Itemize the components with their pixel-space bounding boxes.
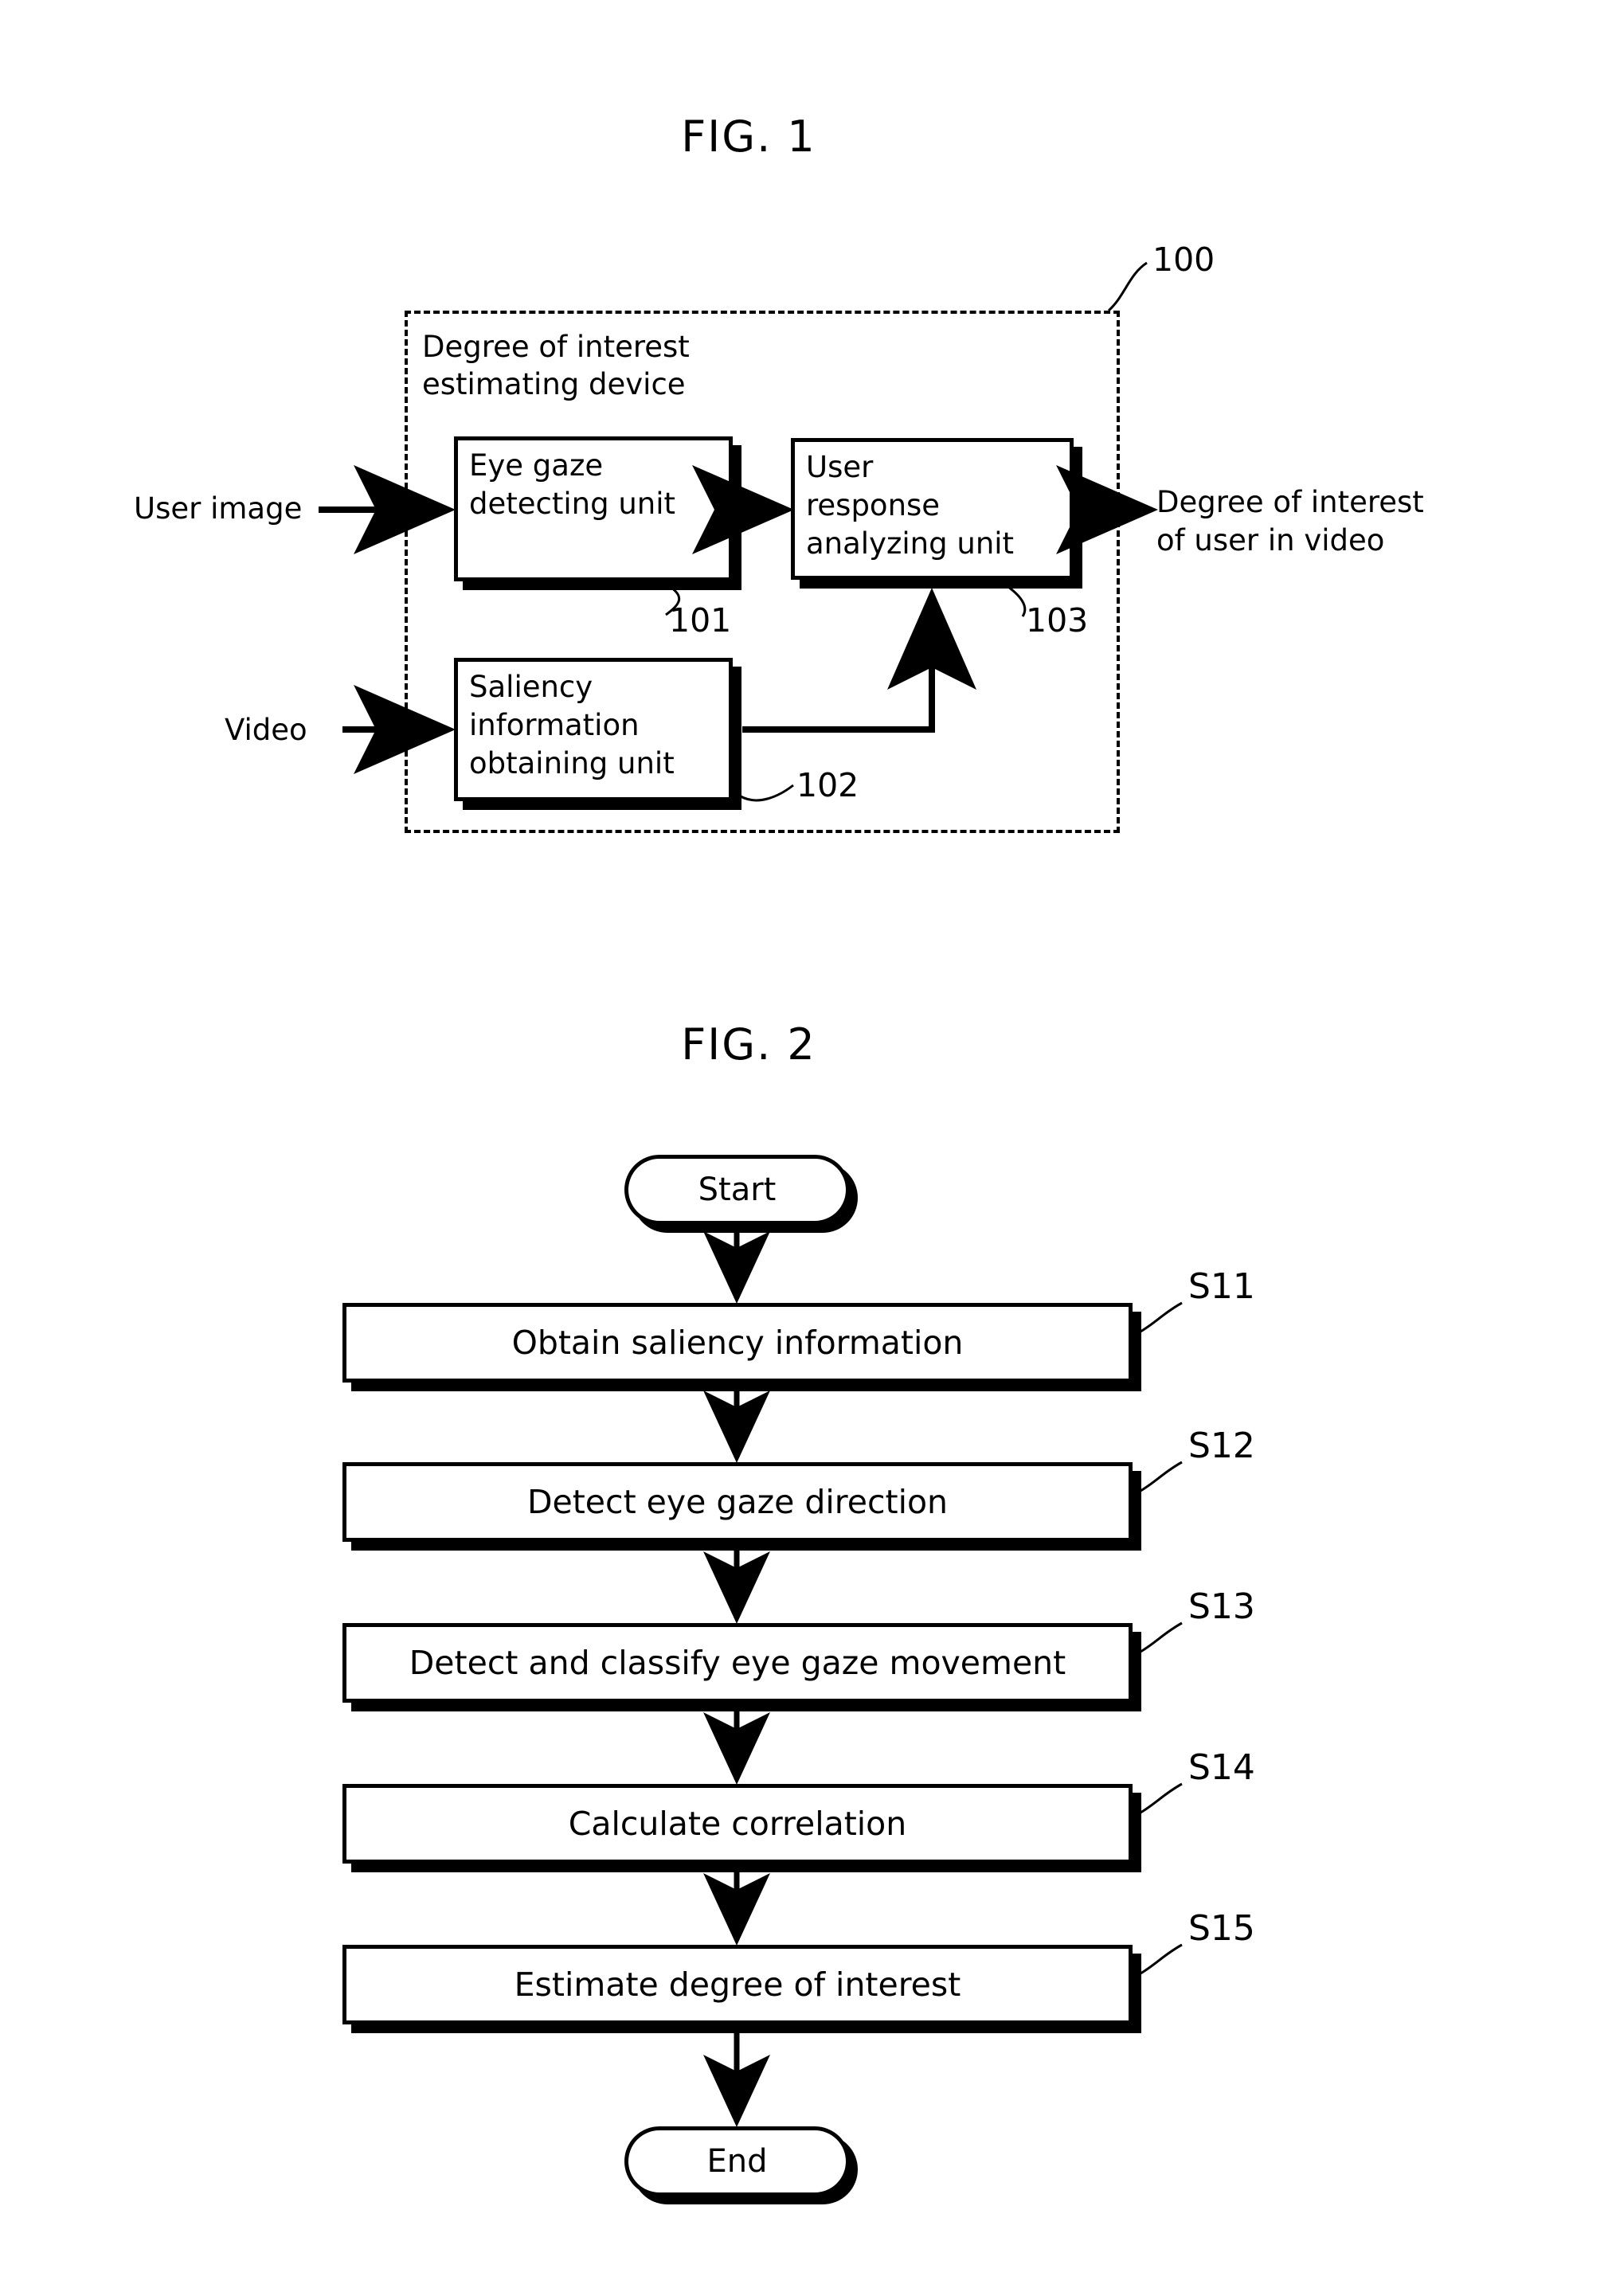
step-reference-s14: S14 (1188, 1747, 1255, 1788)
block-eye-gaze-detecting-unit-label: Eye gaze detecting unit (469, 448, 676, 522)
flow-step-s12-label: Detect eye gaze direction (526, 1483, 949, 1521)
reference-number-102: 102 (796, 766, 859, 804)
flow-start-label: Start (698, 1171, 777, 1208)
flow-step-s11: Obtain saliency information (342, 1303, 1133, 1383)
step-reference-s12: S12 (1188, 1426, 1255, 1466)
flow-step-s14-label: Calculate correlation (568, 1805, 907, 1843)
block-user-response-analyzing-unit-label: User response analyzing unit (806, 450, 1015, 561)
flow-end-node: End (624, 2126, 850, 2196)
flow-step-s11-label: Obtain saliency information (511, 1324, 964, 1362)
block-eye-gaze-detecting-unit: Eye gaze detecting unit (454, 436, 733, 581)
step-reference-s11: S11 (1188, 1266, 1255, 1307)
flow-step-s15: Estimate degree of interest (342, 1945, 1133, 2024)
flow-start-node: Start (624, 1155, 850, 1225)
reference-number-103: 103 (1026, 601, 1089, 640)
figure-2: FIG. 2 Start Obtain saliency information… (0, 916, 1612, 2296)
block-user-response-analyzing-unit: User response analyzing unit (791, 438, 1074, 580)
flow-step-s13-label: Detect and classify eye gaze movement (409, 1644, 1066, 1682)
output-label-degree-of-interest: Degree of interest of user in video (1156, 485, 1424, 558)
step-reference-s13: S13 (1188, 1586, 1255, 1627)
figure-1-title: FIG. 1 (681, 111, 816, 162)
flow-step-s13: Detect and classify eye gaze movement (342, 1623, 1133, 1703)
input-label-user-image: User image (134, 491, 303, 526)
flow-step-s15-label: Estimate degree of interest (514, 1965, 961, 2004)
flow-end-label: End (706, 2143, 768, 2180)
reference-number-101: 101 (669, 601, 732, 640)
block-saliency-information-obtaining-unit: Saliency information obtaining unit (454, 658, 733, 801)
reference-number-100: 100 (1152, 241, 1215, 279)
figure-1: FIG. 1 Degree of interest estimating dev… (0, 0, 1612, 916)
block-saliency-information-obtaining-unit-label: Saliency information obtaining unit (469, 670, 675, 781)
figure-2-title: FIG. 2 (681, 1019, 816, 1070)
device-caption: Degree of interest estimating device (422, 330, 690, 402)
flow-step-s14: Calculate correlation (342, 1784, 1133, 1864)
input-label-video: Video (225, 713, 307, 747)
flow-step-s12: Detect eye gaze direction (342, 1462, 1133, 1542)
step-reference-s15: S15 (1188, 1908, 1255, 1949)
